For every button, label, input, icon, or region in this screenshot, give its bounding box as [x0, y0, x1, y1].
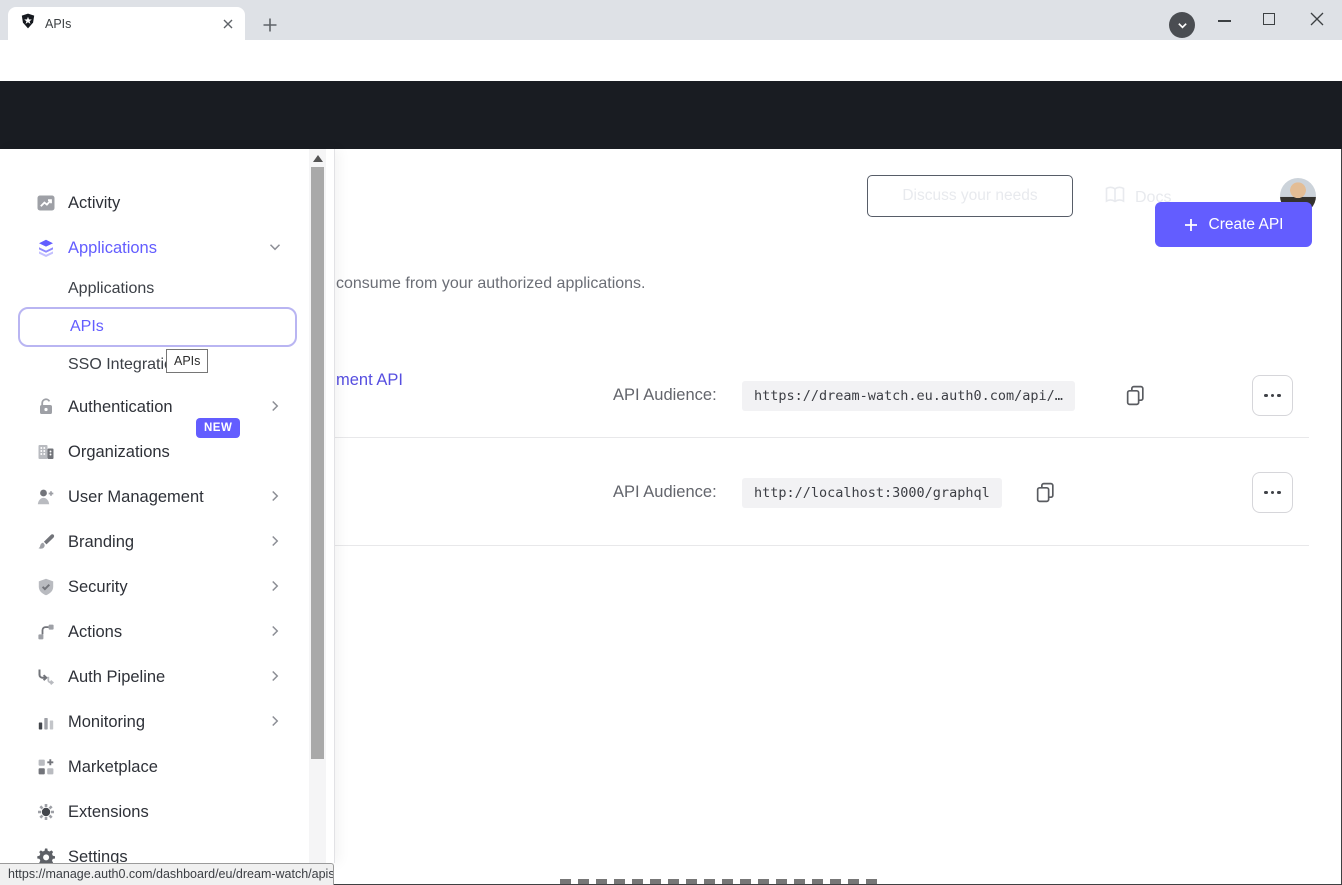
discuss-your-needs-button[interactable]: Discuss your needs — [867, 175, 1073, 217]
sidebar-item-authentication[interactable]: Authentication — [0, 385, 309, 429]
copy-icon[interactable] — [1034, 481, 1058, 505]
new-tab-button[interactable] — [261, 16, 279, 34]
plus-icon — [1184, 218, 1198, 232]
sidebar-item-extensions[interactable]: Extensions — [0, 790, 309, 834]
sidebar-item-marketplace[interactable]: Marketplace — [0, 745, 309, 789]
chevron-right-icon — [266, 712, 284, 735]
sidebar-item-monitoring[interactable]: Monitoring — [0, 700, 309, 744]
tab-close-icon[interactable] — [219, 15, 237, 33]
applications-layers-icon — [36, 238, 56, 258]
window-maximize-button[interactable] — [1263, 13, 1275, 25]
chevron-right-icon — [266, 397, 284, 420]
lock-icon — [36, 397, 56, 417]
create-api-button[interactable]: Create API — [1155, 202, 1312, 247]
organizations-building-icon — [36, 442, 56, 462]
chevron-right-icon — [266, 487, 284, 510]
user-management-icon — [36, 487, 56, 507]
row-divider — [333, 545, 1309, 546]
api-audience-label: API Audience: — [613, 483, 717, 502]
sidebar-item-branding[interactable]: Branding — [0, 520, 309, 564]
sidebar-scrollbar-thumb[interactable] — [311, 167, 324, 759]
api-audience-value[interactable]: http://localhost:3000/graphql — [742, 478, 1002, 508]
sidebar-item-activity[interactable]: Activity — [0, 181, 309, 225]
browser-toolbar: manage.auth0.com/dashboard/eu/dream-watc… — [0, 40, 1342, 81]
gear-icon — [36, 847, 56, 863]
copy-icon[interactable] — [1124, 384, 1148, 408]
bar-chart-icon — [36, 712, 56, 732]
chevron-right-icon — [266, 622, 284, 645]
sidebar-item-security[interactable]: Security — [0, 565, 309, 609]
sidebar-item-organizations[interactable]: Organizations NEW — [0, 430, 309, 474]
media-controls-button[interactable] — [1169, 12, 1195, 38]
sidebar-item-auth-pipeline[interactable]: Auth Pipeline — [0, 655, 309, 699]
browser-titlebar: APIs — [0, 0, 1342, 40]
tab-title: APIs — [45, 17, 219, 31]
navigation-sidebar: Activity Applications Applications APIs … — [0, 149, 334, 863]
new-badge: NEW — [196, 418, 240, 438]
extensions-cog-icon — [36, 802, 56, 822]
app-header: dream-watch Discuss your needs Docs — [0, 81, 1342, 149]
paintbrush-icon — [36, 532, 56, 552]
chevron-down-icon — [266, 238, 284, 261]
auth0-favicon-icon — [20, 13, 36, 34]
api-audience-label: API Audience: — [613, 386, 717, 405]
browser-window: APIs manage.auth — [0, 0, 1342, 885]
window-minimize-button[interactable] — [1218, 20, 1231, 22]
book-icon — [1104, 185, 1126, 210]
search-icon[interactable] — [815, 185, 836, 211]
api-name-link[interactable]: ment API — [336, 371, 403, 390]
marketplace-blocks-icon — [36, 757, 56, 777]
sidebar-item-apis[interactable]: APIs — [18, 307, 297, 347]
page-description: consume from your authorized application… — [336, 275, 646, 293]
sidebar-item-applications[interactable]: Applications — [0, 226, 309, 270]
scrollbar-up-arrow[interactable] — [313, 155, 323, 162]
sidebar-item-actions[interactable]: Actions — [0, 610, 309, 654]
row-actions-kebab-button[interactable] — [1252, 472, 1293, 513]
chevron-right-icon — [266, 577, 284, 600]
actions-flow-icon — [36, 622, 56, 642]
native-tooltip: APIs — [166, 349, 208, 373]
sidebar-item-user-management[interactable]: User Management — [0, 475, 309, 519]
sidebar-item-settings[interactable]: Settings — [0, 835, 309, 863]
chevron-right-icon — [266, 532, 284, 555]
chevron-right-icon — [266, 667, 284, 690]
browser-tab[interactable]: APIs — [8, 7, 245, 40]
window-close-button[interactable] — [1310, 12, 1324, 26]
status-bar-link-preview: https://manage.auth0.com/dashboard/eu/dr… — [0, 863, 334, 885]
row-actions-kebab-button[interactable] — [1252, 375, 1293, 416]
sidebar-item-applications-sub[interactable]: Applications — [0, 271, 309, 307]
shield-check-icon — [36, 577, 56, 597]
api-audience-value[interactable]: https://dream-watch.eu.auth0.com/api/… — [742, 381, 1075, 411]
clipped-text-fragment — [560, 879, 880, 884]
row-divider — [333, 437, 1309, 438]
pipeline-icon — [36, 667, 56, 687]
sidebar-item-sso-integrations[interactable]: SSO Integrations — [0, 347, 309, 383]
activity-icon — [36, 193, 56, 213]
